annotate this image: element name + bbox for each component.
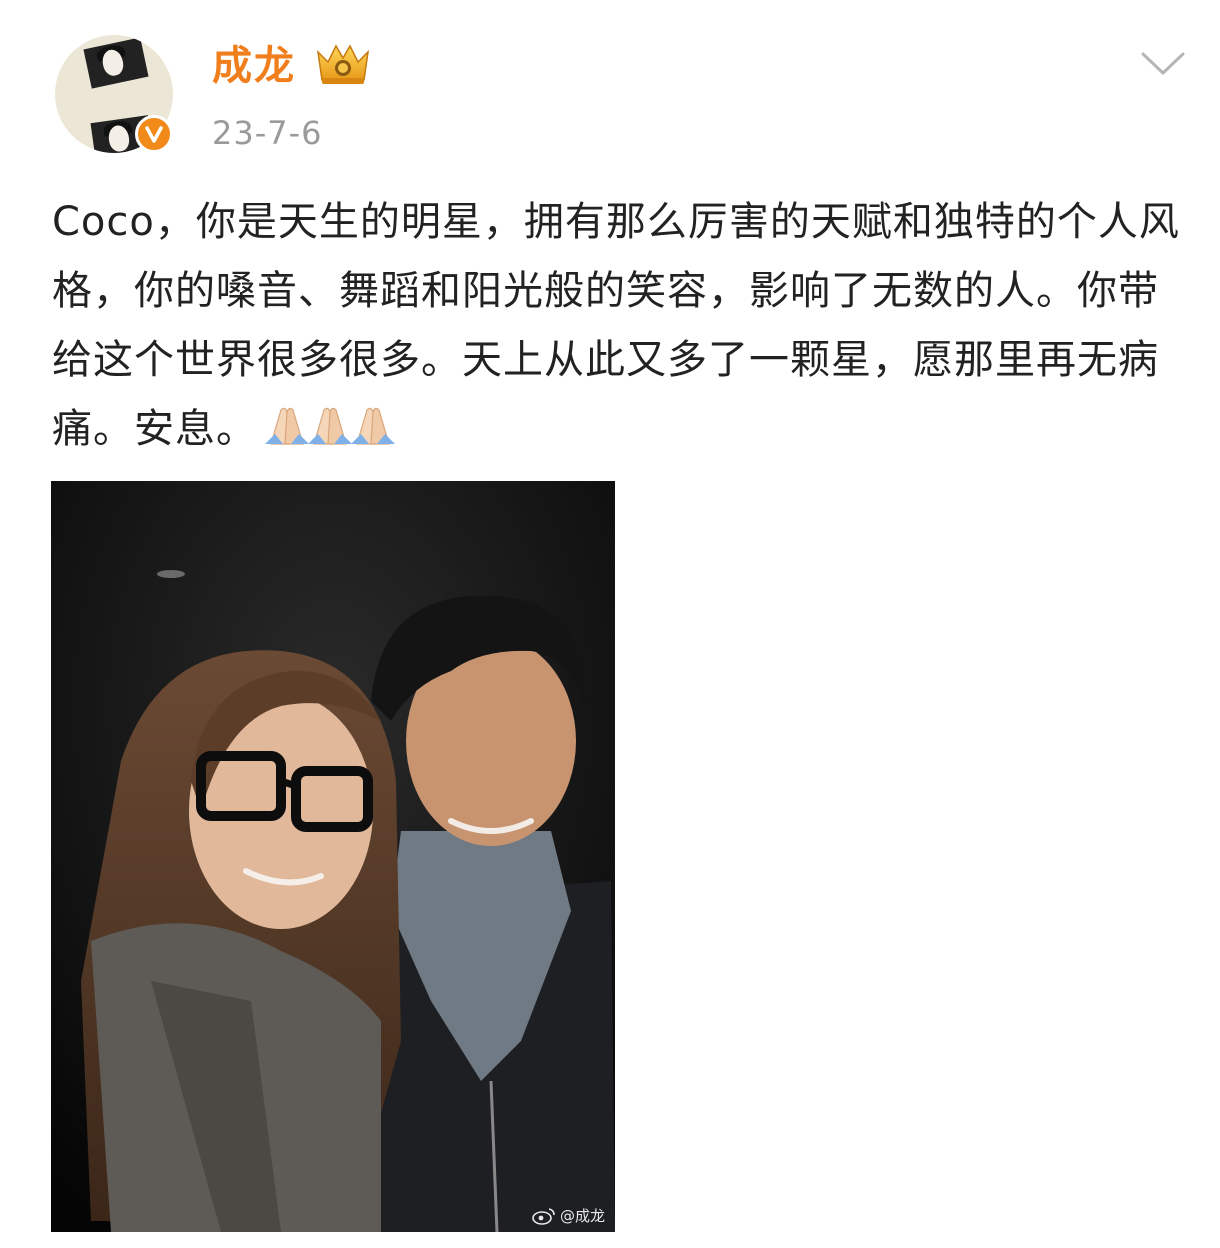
image-watermark: @成龙 xyxy=(532,1205,605,1226)
author-name[interactable]: 成龙 xyxy=(212,42,296,90)
watermark-text: @成龙 xyxy=(559,1207,605,1225)
post-photo[interactable]: @成龙 xyxy=(51,481,615,1232)
folded-hands-icon xyxy=(265,407,396,445)
photo-content xyxy=(51,481,615,1232)
post-text-content: Coco，你是天生的明星，拥有那么厉害的天赋和独特的个人风格，你的嗓音、舞蹈和阳… xyxy=(52,199,1180,452)
post-date: 23-7-6 xyxy=(212,114,323,152)
verified-badge-icon xyxy=(135,115,173,153)
pray-emoji-group xyxy=(263,399,396,468)
crown-icon xyxy=(316,44,370,84)
author-avatar[interactable] xyxy=(55,35,173,153)
chevron-down-icon[interactable] xyxy=(1140,50,1186,78)
weibo-post: 成龙 23-7-6 Coco，你是天生的明星，拥有那么厉害的天赋和独特的个人风格… xyxy=(0,0,1220,1248)
weibo-logo-icon xyxy=(532,1207,555,1225)
post-text: Coco，你是天生的明星，拥有那么厉害的天赋和独特的个人风格，你的嗓音、舞蹈和阳… xyxy=(52,188,1182,468)
